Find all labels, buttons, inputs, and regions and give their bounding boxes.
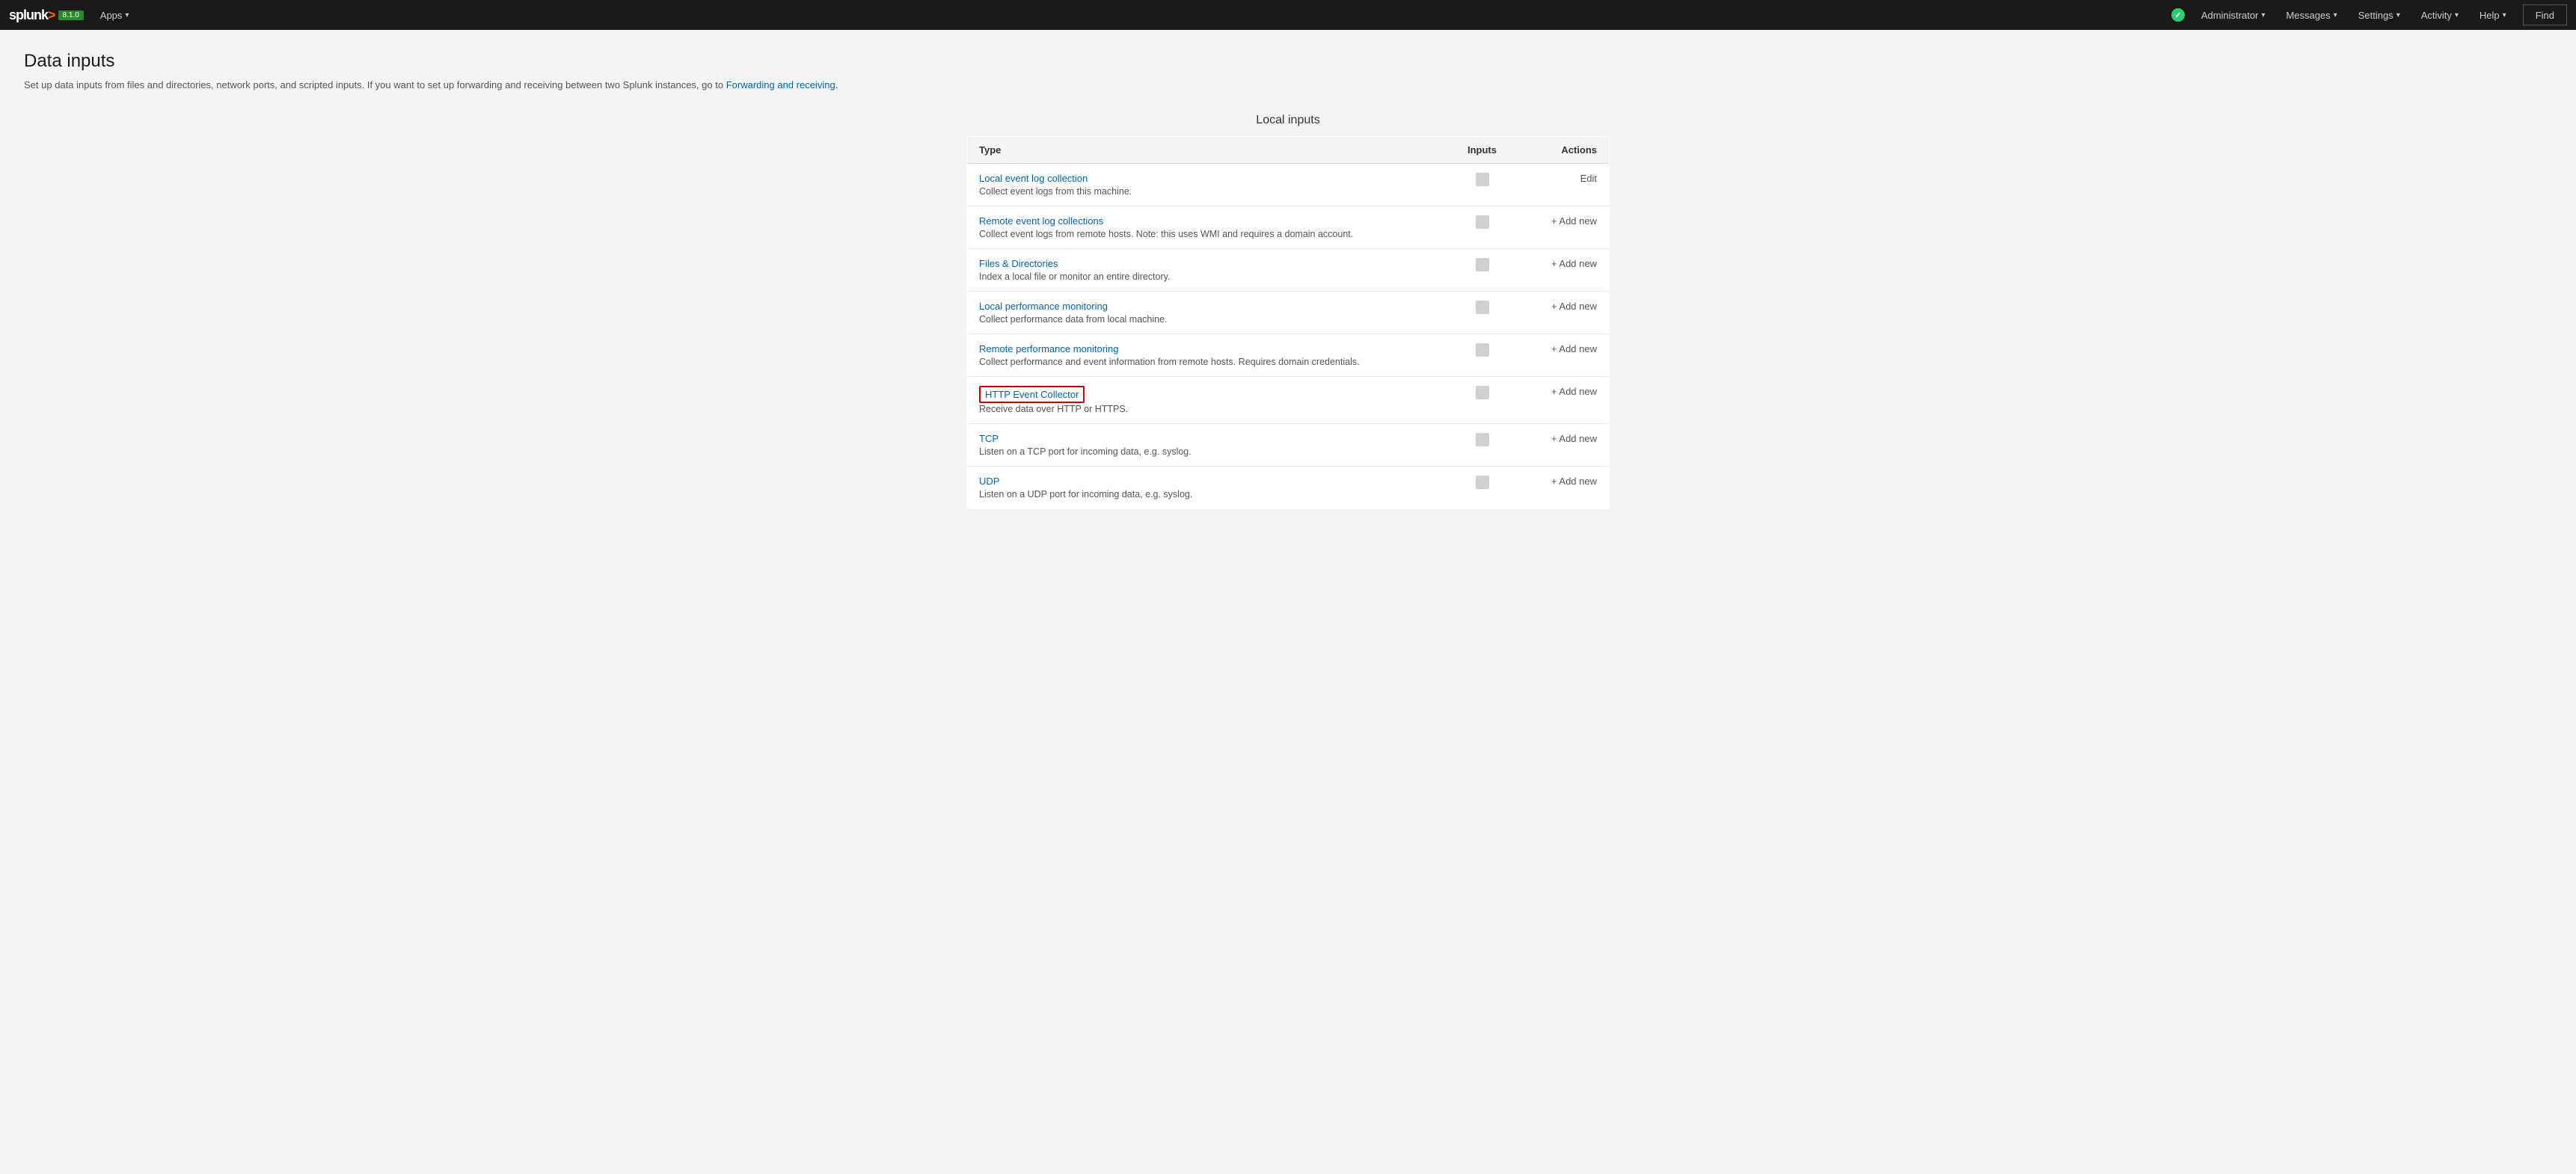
row-inputs-cell	[1445, 376, 1520, 423]
action-remote-event-log[interactable]: + Add new	[1551, 215, 1597, 227]
table-row: Local event log collection Collect event …	[967, 163, 1610, 206]
nav-administrator[interactable]: Administrator ▾	[2191, 0, 2276, 30]
col-header-inputs: Inputs	[1445, 136, 1520, 163]
row-link-local-event-log[interactable]: Local event log collection	[979, 173, 1433, 184]
row-desc-http-event-collector: Receive data over HTTP or HTTPS.	[979, 404, 1128, 414]
action-http-event-collector[interactable]: + Add new	[1551, 386, 1597, 397]
navbar-right: Administrator ▾ Messages ▾ Settings ▾ Ac…	[2171, 0, 2567, 30]
inputs-table: Type Inputs Actions Local event log coll…	[966, 136, 1610, 509]
nav-activity[interactable]: Activity ▾	[2411, 0, 2469, 30]
page-content: Data inputs Set up data inputs from file…	[0, 30, 2576, 530]
col-header-actions: Actions	[1520, 136, 1610, 163]
input-count-indicator	[1476, 258, 1489, 271]
row-inputs-cell	[1445, 334, 1520, 376]
row-type-cell: HTTP Event Collector Receive data over HT…	[967, 376, 1445, 423]
administrator-caret-icon: ▾	[2261, 11, 2265, 19]
row-link-tcp[interactable]: TCP	[979, 433, 1433, 444]
row-type-cell: UDP Listen on a UDP port for incoming dat…	[967, 466, 1445, 508]
input-count-indicator	[1476, 433, 1489, 446]
row-inputs-cell	[1445, 248, 1520, 291]
input-count-indicator	[1476, 215, 1489, 229]
status-indicator	[2171, 8, 2185, 22]
settings-caret-icon: ▾	[2396, 11, 2400, 19]
navbar: splunk> 8.1.0 Apps ▾ Administrator ▾ Mes…	[0, 0, 2576, 30]
row-actions-cell: + Add new	[1520, 423, 1610, 466]
nav-help[interactable]: Help ▾	[2469, 0, 2517, 30]
table-header-row: Type Inputs Actions	[967, 136, 1610, 163]
find-button[interactable]: Find	[2523, 4, 2567, 25]
row-actions-cell: + Add new	[1520, 334, 1610, 376]
apps-caret-icon: ▾	[125, 11, 129, 19]
brand-version: 8.1.0	[58, 10, 84, 20]
input-count-indicator	[1476, 173, 1489, 186]
row-desc-remote-performance: Collect performance and event informatio…	[979, 357, 1360, 367]
row-inputs-cell	[1445, 466, 1520, 508]
row-actions-cell: + Add new	[1520, 466, 1610, 508]
row-type-cell: Remote event log collections Collect even…	[967, 206, 1445, 248]
input-count-indicator	[1476, 386, 1489, 399]
input-count-indicator	[1476, 301, 1489, 314]
table-row: Remote performance monitoring Collect per…	[967, 334, 1610, 376]
row-desc-udp: Listen on a UDP port for incoming data, …	[979, 489, 1192, 500]
row-type-cell: Remote performance monitoring Collect per…	[967, 334, 1445, 376]
row-inputs-cell	[1445, 423, 1520, 466]
action-tcp[interactable]: + Add new	[1551, 433, 1597, 444]
table-row: UDP Listen on a UDP port for incoming dat…	[967, 466, 1610, 508]
row-type-cell: Local performance monitoring Collect perf…	[967, 291, 1445, 334]
page-subtitle: Set up data inputs from files and direct…	[24, 78, 2552, 93]
row-type-cell: Local event log collection Collect event …	[967, 163, 1445, 206]
row-desc-tcp: Listen on a TCP port for incoming data, …	[979, 446, 1192, 457]
row-actions-cell: + Add new	[1520, 206, 1610, 248]
nav-settings[interactable]: Settings ▾	[2348, 0, 2411, 30]
action-udp[interactable]: + Add new	[1551, 476, 1597, 487]
row-inputs-cell	[1445, 291, 1520, 334]
nav-messages[interactable]: Messages ▾	[2275, 0, 2347, 30]
row-type-cell: Files & Directories Index a local file or…	[967, 248, 1445, 291]
row-inputs-cell	[1445, 206, 1520, 248]
action-remote-performance[interactable]: + Add new	[1551, 343, 1597, 354]
input-count-indicator	[1476, 476, 1489, 489]
activity-caret-icon: ▾	[2455, 11, 2459, 19]
row-link-remote-event-log[interactable]: Remote event log collections	[979, 215, 1433, 227]
row-actions-cell: + Add new	[1520, 248, 1610, 291]
row-desc-files-directories: Index a local file or monitor an entire …	[979, 271, 1170, 282]
forwarding-receiving-link[interactable]: Forwarding and receiving	[726, 79, 835, 90]
row-desc-local-event-log: Collect event logs from this machine.	[979, 186, 1132, 197]
table-row: Remote event log collections Collect even…	[967, 206, 1610, 248]
row-actions-cell: + Add new	[1520, 376, 1610, 423]
row-link-http-event-collector[interactable]: HTTP Event Collector	[985, 389, 1079, 400]
row-link-udp[interactable]: UDP	[979, 476, 1433, 487]
input-count-indicator	[1476, 343, 1489, 357]
row-type-cell: TCP Listen on a TCP port for incoming dat…	[967, 423, 1445, 466]
action-local-event-log[interactable]: Edit	[1580, 173, 1597, 184]
page-title: Data inputs	[24, 51, 2552, 72]
table-row: Local performance monitoring Collect perf…	[967, 291, 1610, 334]
table-row: Files & Directories Index a local file or…	[967, 248, 1610, 291]
local-inputs-section: Local inputs Type Inputs Actions Local e…	[966, 114, 1610, 509]
row-link-remote-performance[interactable]: Remote performance monitoring	[979, 343, 1433, 354]
table-row: HTTP Event Collector Receive data over HT…	[967, 376, 1610, 423]
row-actions-cell: Edit	[1520, 163, 1610, 206]
section-title: Local inputs	[966, 114, 1610, 127]
help-caret-icon: ▾	[2503, 11, 2506, 19]
row-desc-remote-event-log: Collect event logs from remote hosts. No…	[979, 229, 1353, 239]
nav-apps[interactable]: Apps ▾	[90, 0, 140, 30]
action-files-directories[interactable]: + Add new	[1551, 258, 1597, 269]
row-link-files-directories[interactable]: Files & Directories	[979, 258, 1433, 269]
col-header-type: Type	[967, 136, 1445, 163]
row-actions-cell: + Add new	[1520, 291, 1610, 334]
table-row: TCP Listen on a TCP port for incoming dat…	[967, 423, 1610, 466]
splunk-logo: splunk>	[9, 7, 55, 23]
row-desc-local-performance: Collect performance data from local mach…	[979, 314, 1168, 325]
row-inputs-cell	[1445, 163, 1520, 206]
messages-caret-icon: ▾	[2334, 11, 2337, 19]
brand[interactable]: splunk> 8.1.0	[9, 7, 84, 23]
row-link-local-performance[interactable]: Local performance monitoring	[979, 301, 1433, 312]
action-local-performance[interactable]: + Add new	[1551, 301, 1597, 312]
